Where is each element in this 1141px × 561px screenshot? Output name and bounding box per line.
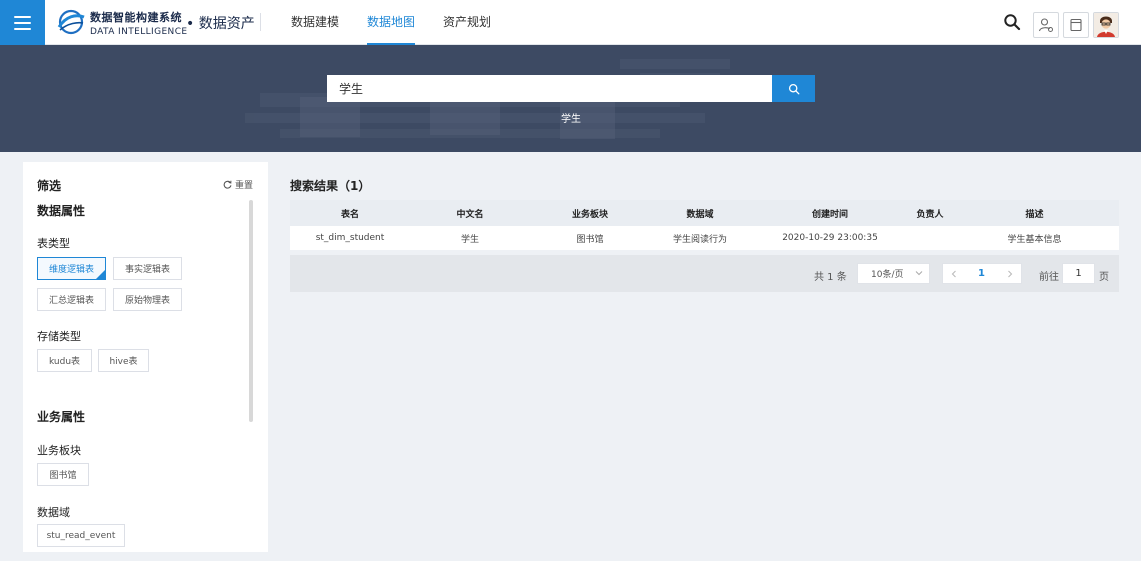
- table-row[interactable]: st_dim_student 学生 图书馆 学生阅读行为 2020-10-29 …: [290, 226, 1119, 250]
- page-suffix-label: 页: [1099, 272, 1109, 283]
- avatar[interactable]: [1093, 12, 1119, 38]
- next-page-button[interactable]: [1003, 267, 1017, 281]
- filter-scrollbar[interactable]: [249, 200, 253, 422]
- results-table: 表名 中文名 业务板块 数据域 创建时间 负责人 描述 st_dim_stude…: [290, 200, 1119, 250]
- menu-icon[interactable]: [0, 0, 45, 45]
- logo-text: 数据智能构建系统 DATA INTELLIGENCE: [90, 9, 187, 37]
- goto-label: 前往: [1039, 272, 1059, 283]
- avatar-icon: [1094, 13, 1118, 37]
- chip-stu-read-event[interactable]: stu_read_event: [37, 524, 125, 547]
- page-navigator: 1: [942, 263, 1022, 284]
- search-suggestion-tag[interactable]: 学生: [561, 110, 581, 125]
- nav-item-modeling[interactable]: 数据建模: [277, 0, 353, 45]
- page-size-select[interactable]: 10条/页: [857, 263, 930, 284]
- cell-biz-section: 图书馆: [576, 234, 604, 245]
- pagination: 共 1 条 10条/页 1 前往 页: [290, 255, 1119, 292]
- reset-label: 重置: [234, 181, 253, 191]
- chevron-down-icon: [915, 271, 923, 276]
- chip-library[interactable]: 图书馆: [37, 463, 89, 486]
- logo-title: 数据智能构建系统: [90, 11, 182, 24]
- cell-table-name[interactable]: st_dim_student: [290, 226, 410, 250]
- col-header-domain: 数据域: [686, 209, 714, 220]
- cell-desc: 学生基本信息: [1007, 234, 1062, 245]
- storage-type-title: 存储类型: [37, 330, 81, 343]
- cell-cn-name: 学生: [460, 234, 479, 245]
- nav-item-planning[interactable]: 资产规划: [429, 0, 505, 45]
- search-icon: [788, 83, 799, 94]
- cell-created: 2020-10-29 23:00:35: [782, 233, 878, 243]
- window-icon: [1070, 18, 1082, 32]
- data-attr-title: 数据属性: [37, 204, 86, 218]
- col-header-desc: 描述: [1025, 209, 1044, 220]
- col-header-created: 创建时间: [811, 209, 848, 220]
- filter-title: 筛选: [37, 179, 62, 193]
- search-icon[interactable]: [1003, 13, 1021, 31]
- col-header-cn-name: 中文名: [456, 209, 484, 220]
- chip-raw-table[interactable]: 原始物理表: [113, 288, 182, 311]
- page-size-value: 10条/页: [871, 270, 904, 280]
- chip-fact-table[interactable]: 事实逻辑表: [113, 257, 182, 280]
- chevron-left-icon: [951, 270, 956, 278]
- table-type-title: 表类型: [37, 237, 70, 250]
- biz-section-title: 业务板块: [37, 444, 81, 457]
- results-title: 搜索结果（1）: [290, 179, 371, 193]
- table-header: 表名 中文名 业务板块 数据域 创建时间 负责人 描述: [290, 200, 1119, 226]
- chevron-right-icon: [1008, 270, 1013, 278]
- search-banner: 学生: [0, 45, 1141, 152]
- filter-panel: 筛选 重置 数据属性 表类型 维度逻辑表 事实逻辑表 汇总逻辑表 原始物理表 存…: [23, 162, 268, 552]
- domain-title: 数据域: [37, 506, 70, 519]
- logo-icon: [57, 9, 85, 35]
- chip-hive[interactable]: hive表: [98, 349, 149, 372]
- reset-button[interactable]: 重置: [223, 178, 253, 191]
- header-divider: [260, 13, 261, 31]
- cell-owner: [910, 226, 950, 250]
- cell-domain: 学生阅读行为: [672, 234, 727, 245]
- prev-page-button[interactable]: [947, 267, 961, 281]
- search-input[interactable]: [327, 75, 772, 102]
- col-header-biz-section: 业务板块: [571, 209, 608, 220]
- search-button[interactable]: [772, 75, 815, 102]
- window-button[interactable]: [1063, 12, 1089, 38]
- pagination-total: 共 1 条: [814, 272, 847, 283]
- biz-attr-title: 业务属性: [37, 410, 86, 424]
- chip-dimension-table[interactable]: 维度逻辑表: [37, 257, 106, 280]
- top-header: 数据智能构建系统 DATA INTELLIGENCE • 数据资产 数据建模 数…: [0, 0, 1141, 45]
- nav-item-data-map[interactable]: 数据地图: [353, 0, 429, 45]
- chip-kudu[interactable]: kudu表: [37, 349, 92, 372]
- refresh-icon: [223, 180, 232, 189]
- chip-summary-table[interactable]: 汇总逻辑表: [37, 288, 106, 311]
- col-header-owner: 负责人: [916, 209, 944, 220]
- user-settings-icon: [1038, 18, 1053, 32]
- user-settings-button[interactable]: [1033, 12, 1059, 38]
- col-header-table-name: 表名: [340, 209, 359, 220]
- current-page[interactable]: 1: [978, 268, 985, 279]
- main-nav: 数据建模 数据地图 资产规划: [277, 0, 505, 45]
- goto-page-input[interactable]: [1062, 263, 1095, 284]
- logo-subtitle: DATA INTELLIGENCE: [90, 27, 188, 37]
- app-subtitle: • 数据资产: [186, 16, 255, 32]
